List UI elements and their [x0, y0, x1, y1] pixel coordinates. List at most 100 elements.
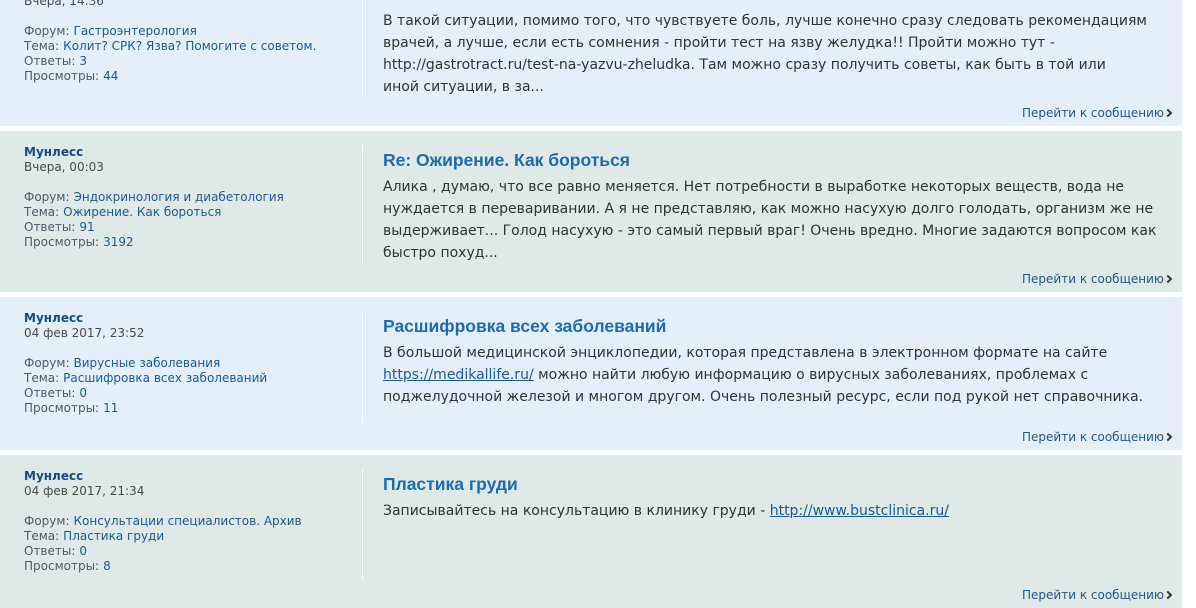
search-result-post: Мунлесс 04 фев 2017, 23:52 Форум: Вирусные … — [0, 297, 1182, 450]
post-title-link[interactable]: Re: Ожирение. Как бороться — [383, 149, 1182, 171]
post-body-text: Алика , думаю, что все равно меняется. Н… — [383, 179, 1125, 195]
post-topic-label: Тема: — [24, 205, 60, 219]
post-views-label: Просмотры: — [24, 69, 100, 83]
post-body-line: https://medikallife.ru/ можно найти любу… — [383, 364, 1182, 386]
post-body-line: поджелудочной железой и многом другом. О… — [383, 386, 1182, 408]
post-row: Мунлесс 04 фев 2017, 23:52 Форум: Вирусные … — [0, 311, 1182, 422]
post-forum: Форум: Гастроэнтерология — [24, 24, 362, 39]
post-forum-label: Форум: — [24, 356, 70, 370]
post-replies-count: 0 — [79, 386, 88, 400]
post-meta: Форум: Консультации специалистов. Архив Те… — [24, 514, 362, 574]
post-author-link[interactable]: Мунлесс — [24, 469, 362, 484]
jump-to-post-label: Перейти к сообщению — [1022, 272, 1164, 286]
post-profile: Мунлесс 04 фев 2017, 21:34 Форум: Консульта… — [0, 469, 363, 580]
post-date: Вчера, 14:36 — [24, 0, 104, 8]
search-result-post: Мунлесс Вчера, 00:03 Форум: Эндокринология … — [0, 131, 1182, 292]
jump-row: Перейти к сообщению — [0, 272, 1182, 287]
post-topic: Тема: Колит? СРК? Язва? Помогите с совето… — [24, 39, 362, 54]
arrow-right-icon — [1163, 274, 1173, 284]
post-content: Пластика груди Записывайтесь на консульта… — [363, 469, 1182, 580]
post-forum-link[interactable]: Эндокринология и диабетология — [74, 190, 284, 204]
post-body-text: поджелудочной железой и многом другом. О… — [383, 389, 1144, 405]
post-date: Вчера, 00:03 — [24, 160, 104, 174]
post-topic-link[interactable]: Колит? СРК? Язва? Помогите с советом. — [63, 39, 316, 53]
post-meta: Форум: Гастроэнтерология Тема: Колит? СРК? … — [24, 24, 362, 84]
post-body-line: врачей, а лучше, если есть сомнения - пр… — [383, 32, 1182, 54]
post-author-link[interactable]: Мунлесс — [24, 311, 362, 326]
post-body: Алика , думаю, что все равно меняется. Н… — [383, 176, 1182, 264]
post-replies-label: Ответы: — [24, 54, 76, 68]
post-body-link[interactable]: https://medikallife.ru/ — [383, 367, 534, 383]
post-profile: Вчера, 14:36 Форум: Гастроэнтерология Тема:… — [0, 0, 363, 98]
post-body-line: Алика , думаю, что все равно меняется. Н… — [383, 176, 1182, 198]
post-replies-count: 0 — [79, 544, 88, 558]
post-body-text: http://gastrotract.ru/test-na-yazvu-zhel… — [383, 57, 1106, 73]
post-topic-link[interactable]: Пластика груди — [63, 529, 164, 543]
post-topic-label: Тема: — [24, 529, 60, 543]
post-author-link[interactable]: Мунлесс — [24, 145, 362, 160]
post-body-link[interactable]: http://www.bustclinica.ru/ — [770, 503, 949, 519]
post-replies-count: 91 — [79, 220, 95, 234]
post-views: Просмотры: 8 — [24, 559, 362, 574]
post-body-line: быстро похуд... — [383, 242, 1182, 264]
post-meta: Форум: Вирусные заболевания Тема: Расшифров… — [24, 356, 362, 416]
post-body-text: В большой медицинской энциклопедии, кото… — [383, 345, 1108, 361]
post-replies: Ответы: 91 — [24, 220, 362, 235]
post-title-link[interactable]: Пластика груди — [383, 473, 1182, 495]
post-body-text: выдерживает... Голод насухую - это самый… — [383, 223, 1157, 239]
post-forum-link[interactable]: Консультации специалистов. Архив — [74, 514, 302, 528]
search-result-post: Вчера, 14:36 Форум: Гастроэнтерология Тема:… — [0, 0, 1182, 126]
search-result-post: Мунлесс 04 фев 2017, 21:34 Форум: Консульта… — [0, 455, 1182, 608]
post-body-text: быстро похуд... — [383, 245, 498, 261]
post-views: Просмотры: 11 — [24, 401, 362, 416]
post-views: Просмотры: 3192 — [24, 235, 362, 250]
post-forum-link[interactable]: Гастроэнтерология — [74, 24, 197, 38]
post-forum-link[interactable]: Вирусные заболевания — [74, 356, 221, 370]
post-topic-label: Тема: — [24, 39, 60, 53]
post-topic: Тема: Расшифровка всех заболеваний — [24, 371, 362, 386]
post-replies: Ответы: 0 — [24, 386, 362, 401]
post-views-count: 3192 — [103, 235, 134, 249]
jump-row: Перейти к сообщению — [0, 588, 1182, 603]
jump-to-post-label: Перейти к сообщению — [1022, 106, 1164, 120]
post-topic-link[interactable]: Расшифровка всех заболеваний — [63, 371, 267, 385]
post-body: Записывайтесь на консультацию в клинику … — [383, 500, 1182, 522]
post-replies: Ответы: 3 — [24, 54, 362, 69]
search-results-list: Вчера, 14:36 Форум: Гастроэнтерология Тема:… — [0, 0, 1182, 608]
jump-row: Перейти к сообщению — [0, 106, 1182, 121]
post-forum: Форум: Эндокринология и диабетология — [24, 190, 362, 205]
jump-to-post-link[interactable]: Перейти к сообщению — [1022, 430, 1173, 444]
post-row: Мунлесс Вчера, 00:03 Форум: Эндокринология … — [0, 145, 1182, 264]
post-topic-link[interactable]: Ожирение. Как бороться — [63, 205, 221, 219]
arrow-right-icon — [1163, 590, 1173, 600]
post-body: В такой ситуации, помимо того, что чувст… — [383, 10, 1182, 98]
post-body-line: нуждается в переваривании. А я не предст… — [383, 198, 1182, 220]
post-title-spacer — [383, 0, 1182, 5]
post-title-link[interactable]: Расшифровка всех заболеваний — [383, 315, 1182, 337]
post-replies-label: Ответы: — [24, 544, 76, 558]
post-body: В большой медицинской энциклопедии, кото… — [383, 342, 1182, 408]
post-topic: Тема: Пластика груди — [24, 529, 362, 544]
post-body-line: В большой медицинской энциклопедии, кото… — [383, 342, 1182, 364]
post-body-text: врачей, а лучше, если есть сомнения - пр… — [383, 35, 1055, 51]
post-replies: Ответы: 0 — [24, 544, 362, 559]
jump-to-post-link[interactable]: Перейти к сообщению — [1022, 106, 1173, 120]
post-views-count: 11 — [103, 401, 119, 415]
post-forum-label: Форум: — [24, 514, 70, 528]
post-views-count: 8 — [103, 559, 111, 573]
post-views-label: Просмотры: — [24, 401, 100, 415]
jump-to-post-link[interactable]: Перейти к сообщению — [1022, 588, 1173, 602]
post-body-text: Записывайтесь на консультацию в клинику … — [383, 503, 770, 519]
post-views-label: Просмотры: — [24, 235, 100, 249]
post-forum-label: Форум: — [24, 190, 70, 204]
post-body-line: иной ситуации, в за... — [383, 76, 1182, 98]
post-content: Расшифровка всех заболеваний В большой ме… — [363, 311, 1182, 422]
post-row: Вчера, 14:36 Форум: Гастроэнтерология Тема:… — [0, 0, 1182, 98]
post-body-text: можно найти любую информацию о вирусных … — [533, 367, 1089, 383]
post-row: Мунлесс 04 фев 2017, 21:34 Форум: Консульта… — [0, 469, 1182, 580]
arrow-right-icon — [1163, 432, 1173, 442]
jump-to-post-label: Перейти к сообщению — [1022, 430, 1164, 444]
arrow-right-icon — [1163, 108, 1173, 118]
jump-to-post-link[interactable]: Перейти к сообщению — [1022, 272, 1173, 286]
post-forum: Форум: Вирусные заболевания — [24, 356, 362, 371]
